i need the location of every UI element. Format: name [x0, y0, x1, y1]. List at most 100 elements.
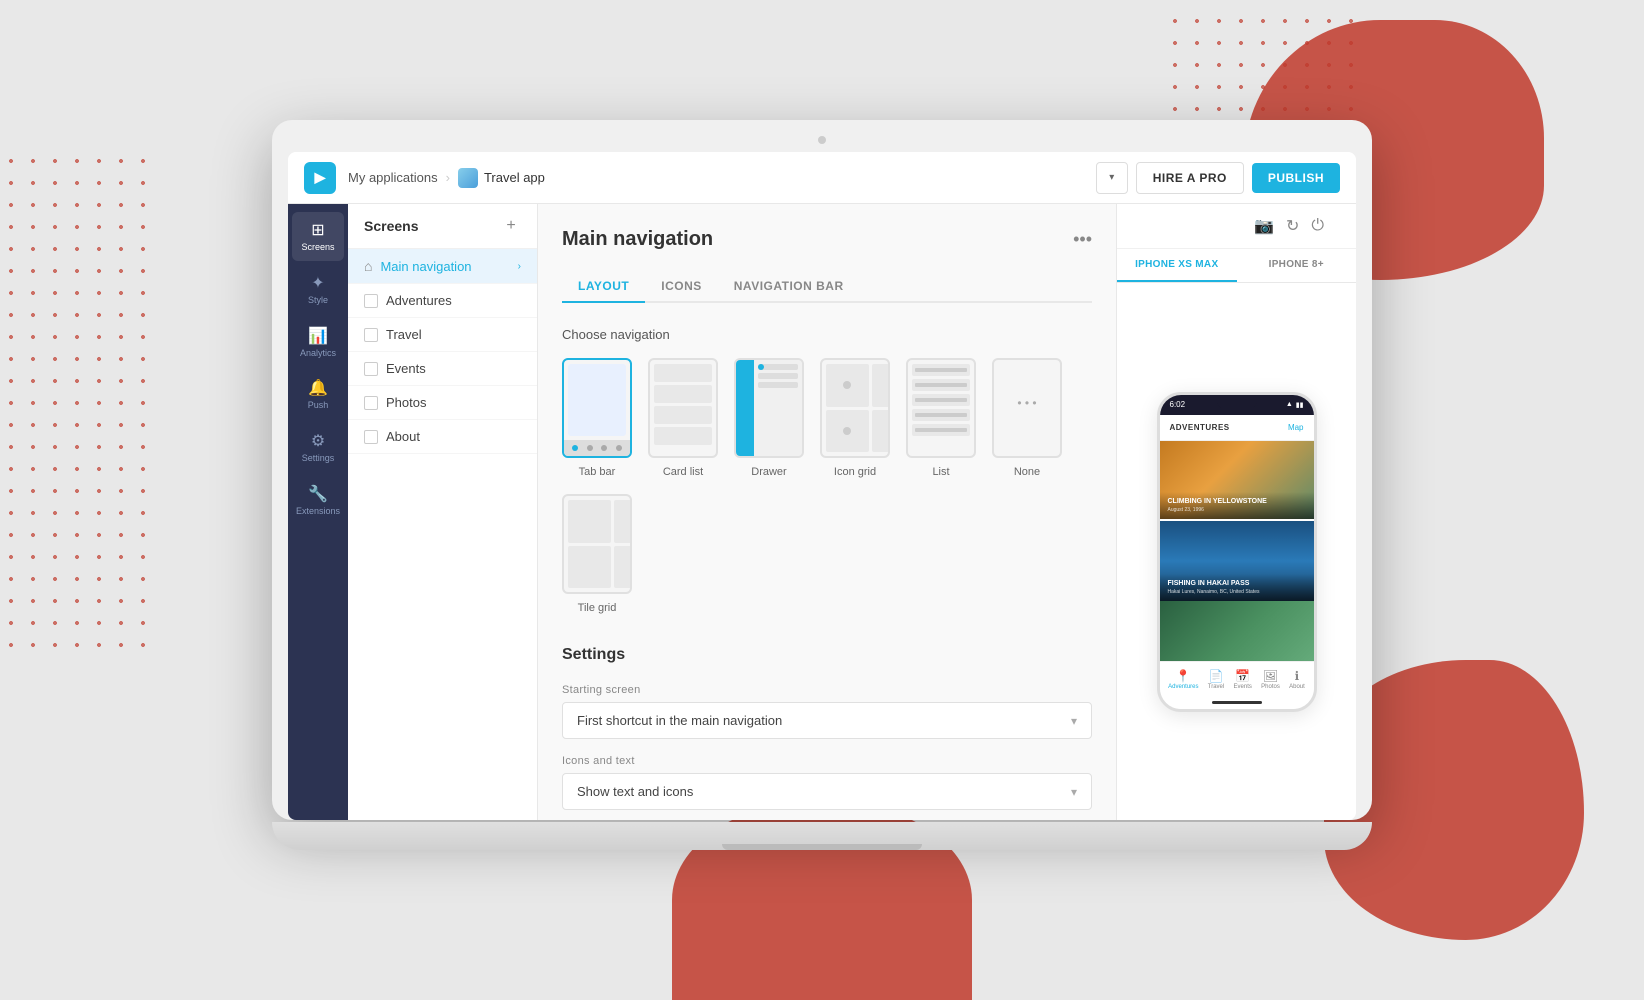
phone-tab-about[interactable]: ℹ About	[1289, 669, 1305, 690]
dropdown-arrow-icon: ▾	[1109, 172, 1114, 183]
nav-option-tile-grid[interactable]: Tile grid	[562, 494, 632, 614]
icons-text-select[interactable]: Show text and icons ▾	[562, 773, 1092, 810]
card-hakai: FISHING IN HAKAI PASS Hakai Lures, Nanai…	[1160, 521, 1314, 601]
card-montana: HIKING IN MONTANA	[1160, 601, 1314, 661]
sidebar-item-extensions[interactable]: 🔧 Extensions	[292, 476, 344, 525]
push-icon: 🔔	[308, 378, 328, 398]
nav-option-card-list[interactable]: Card list	[648, 358, 718, 478]
screen-checkbox[interactable]	[364, 430, 378, 444]
laptop-base	[272, 822, 1372, 850]
editor-header: Main navigation •••	[562, 228, 1092, 251]
phone-mockup: 6:02 ▲ ▮▮ ADVENTURES Map	[1157, 392, 1317, 712]
nav-option-icon-grid[interactable]: Icon grid	[820, 358, 890, 478]
preview-panel-header: 📷 ↻ ⏻	[1117, 204, 1356, 249]
phone-nav-link: Map	[1288, 423, 1304, 432]
sidebar-item-settings[interactable]: ⚙ Settings	[292, 423, 344, 472]
camera-icon[interactable]: 📷	[1254, 216, 1274, 236]
tile-grid-preview	[562, 494, 632, 594]
home-icon: ⌂	[364, 258, 372, 274]
preview-toolbar: 📷 ↻ ⏻	[1238, 216, 1340, 236]
photos-tab-label: Photos	[1261, 684, 1280, 690]
phone-nav-bar: ADVENTURES Map	[1160, 415, 1314, 441]
icons-text-field: Icons and text Show text and icons ▾	[562, 755, 1092, 810]
dropdown-button[interactable]: ▾	[1096, 162, 1128, 194]
screen-item-about[interactable]: About	[348, 420, 537, 454]
breadcrumb-my-apps[interactable]: My applications	[348, 170, 438, 185]
app-content: ⊞ Screens ✦ Style 📊 Analytics 🔔 Push	[288, 204, 1356, 820]
nav-option-list[interactable]: List	[906, 358, 976, 478]
screen-item-label: Events	[386, 361, 521, 376]
nav-option-tab-bar-label: Tab bar	[579, 466, 616, 478]
sidebar-analytics-label: Analytics	[300, 348, 336, 359]
sidebar-style-label: Style	[308, 295, 328, 306]
phone-tab-events[interactable]: 📅 Events	[1234, 669, 1252, 690]
sidebar-settings-label: Settings	[302, 453, 335, 464]
settings-icon: ⚙	[308, 431, 328, 451]
card-overlay-hakai: FISHING IN HAKAI PASS Hakai Lures, Nanai…	[1160, 574, 1314, 600]
screen-item-travel[interactable]: Travel	[348, 318, 537, 352]
screen-item-label: Photos	[386, 395, 521, 410]
tab-icons[interactable]: ICONS	[645, 271, 718, 303]
card-subtitle-yellowstone: August 23, 1996	[1168, 507, 1306, 513]
nav-option-icon-grid-label: Icon grid	[834, 466, 876, 478]
starting-screen-select[interactable]: First shortcut in the main navigation ▾	[562, 702, 1092, 739]
battery-icon: ▮▮	[1296, 401, 1304, 409]
photos-tab-icon: 🖼	[1263, 669, 1278, 683]
screen-item-adventures[interactable]: Adventures	[348, 284, 537, 318]
main-editor: Main navigation ••• LAYOUT ICONS NAVIGAT…	[538, 204, 1116, 820]
drawer-preview	[734, 358, 804, 458]
more-options-button[interactable]: •••	[1073, 229, 1092, 250]
screen-checkbox[interactable]	[364, 396, 378, 410]
screen-item-events[interactable]: Events	[348, 352, 537, 386]
sidebar-item-push[interactable]: 🔔 Push	[292, 370, 344, 419]
sidebar-item-screens[interactable]: ⊞ Screens	[292, 212, 344, 261]
starting-screen-label: Starting screen	[562, 684, 1092, 696]
hire-pro-button[interactable]: HIRE A PRO	[1136, 162, 1244, 194]
icons-text-value: Show text and icons	[577, 784, 693, 799]
nav-option-tab-bar[interactable]: Tab bar	[562, 358, 632, 478]
phone-bottom-tab-bar: 📍 Adventures 📄 Travel 📅 Events	[1160, 661, 1314, 697]
phone-tab-travel[interactable]: 📄 Travel	[1208, 669, 1224, 690]
screens-icon: ⊞	[308, 220, 328, 240]
extensions-icon: 🔧	[308, 484, 328, 504]
editor-title: Main navigation	[562, 228, 713, 251]
adventures-tab-icon: 📍	[1176, 669, 1191, 683]
screens-panel-header: Screens +	[348, 204, 537, 249]
screen-item-main-nav[interactable]: ⌂ Main navigation ›	[348, 249, 537, 284]
card-subtitle-hakai: Hakai Lures, Nanaimo, BC, United States	[1168, 589, 1306, 595]
breadcrumb-app-icon	[458, 168, 478, 188]
screen-checkbox[interactable]	[364, 294, 378, 308]
tab-layout[interactable]: LAYOUT	[562, 271, 645, 303]
starting-screen-field: Starting screen First shortcut in the ma…	[562, 684, 1092, 739]
adventures-tab-label: Adventures	[1168, 684, 1198, 690]
events-tab-icon: 📅	[1235, 669, 1250, 683]
card-title-yellowstone: CLIMBING IN YELLOWSTONE	[1168, 498, 1306, 506]
sidebar-item-analytics[interactable]: 📊 Analytics	[292, 318, 344, 367]
list-preview	[906, 358, 976, 458]
screen-item-photos[interactable]: Photos	[348, 386, 537, 420]
screen-checkbox[interactable]	[364, 328, 378, 342]
nav-option-none-label: None	[1014, 466, 1040, 478]
phone-tab-adventures[interactable]: 📍 Adventures	[1168, 669, 1198, 690]
sidebar-item-style[interactable]: ✦ Style	[292, 265, 344, 314]
laptop-screen: ▶ My applications › Travel app ▾ HIRE A …	[288, 152, 1356, 820]
tab-iphone-8-plus[interactable]: IPHONE 8+	[1237, 249, 1357, 282]
add-screen-button[interactable]: +	[501, 216, 521, 236]
breadcrumb-current: Travel app	[458, 168, 545, 188]
phone-tab-photos[interactable]: 🖼 Photos	[1261, 669, 1280, 690]
phone-content: CLIMBING IN YELLOWSTONE August 23, 1996 …	[1160, 441, 1314, 661]
breadcrumb: My applications › Travel app	[348, 168, 1084, 188]
nav-option-drawer[interactable]: Drawer	[734, 358, 804, 478]
choose-navigation-label: Choose navigation	[562, 327, 1092, 342]
screen-checkbox[interactable]	[364, 362, 378, 376]
nav-options: Tab bar Card list	[562, 358, 1092, 614]
nav-option-none[interactable]: • • • None	[992, 358, 1062, 478]
card-list-preview	[648, 358, 718, 458]
publish-button[interactable]: PUBLISH	[1252, 163, 1340, 193]
app-logo: ▶	[304, 162, 336, 194]
settings-section: Settings Starting screen First shortcut …	[562, 646, 1092, 810]
power-icon[interactable]: ⏻	[1311, 217, 1324, 235]
tab-navigation-bar[interactable]: NAVIGATION BAR	[718, 271, 860, 303]
refresh-icon[interactable]: ↻	[1286, 216, 1299, 236]
tab-iphone-xs-max[interactable]: IPHONE XS MAX	[1117, 249, 1237, 282]
